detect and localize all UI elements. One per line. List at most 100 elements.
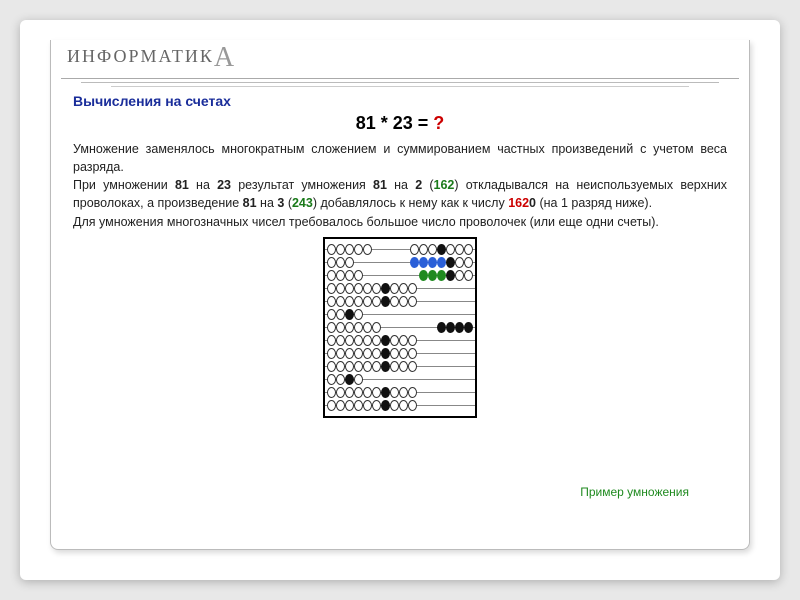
bead: [327, 387, 336, 398]
bead: [327, 257, 336, 268]
bead: [327, 322, 336, 333]
bead: [327, 309, 336, 320]
bead: [464, 244, 473, 255]
bead: [354, 387, 363, 398]
bead: [336, 361, 345, 372]
abacus-wire: [325, 360, 475, 373]
bead: [437, 257, 446, 268]
bead: [327, 296, 336, 307]
bead: [390, 283, 399, 294]
abacus: [323, 237, 477, 418]
bead: [336, 296, 345, 307]
abacus-wire: [325, 373, 475, 386]
bead: [327, 374, 336, 385]
bead: [336, 348, 345, 359]
para-3: Для умножения многозначных чисел требова…: [73, 215, 659, 229]
bead: [363, 296, 372, 307]
bead: [345, 374, 354, 385]
bead: [345, 361, 354, 372]
bead: [327, 400, 336, 411]
bead: [381, 296, 390, 307]
bead: [345, 270, 354, 281]
bead: [354, 244, 363, 255]
bead: [446, 244, 455, 255]
bead: [390, 361, 399, 372]
abacus-wire: [325, 282, 475, 295]
body-text: Умножение заменялось многократным сложен…: [73, 140, 727, 231]
logo-prefix: ИНФОРМАТИК: [67, 47, 214, 65]
abacus-wire: [325, 321, 475, 334]
bead: [354, 296, 363, 307]
para-1: Умножение заменялось многократным сложен…: [73, 142, 727, 174]
bead: [327, 244, 336, 255]
bead: [345, 348, 354, 359]
bead: [399, 296, 408, 307]
bead: [437, 322, 446, 333]
divider: [61, 78, 739, 79]
bead: [336, 374, 345, 385]
bead: [408, 387, 417, 398]
bead: [390, 387, 399, 398]
bead: [363, 348, 372, 359]
bead: [336, 387, 345, 398]
bead: [437, 270, 446, 281]
divider: [111, 86, 689, 87]
slide-frame: ИНФОРМАТИКА Вычисления на счетах 81 * 23…: [50, 40, 750, 550]
bead: [336, 270, 345, 281]
bead: [363, 335, 372, 346]
abacus-wire: [325, 347, 475, 360]
bead: [446, 270, 455, 281]
bead: [408, 400, 417, 411]
bead: [408, 348, 417, 359]
abacus-container: [73, 237, 727, 418]
bead: [410, 257, 419, 268]
abacus-wire: [325, 386, 475, 399]
bead: [455, 322, 464, 333]
bead: [455, 257, 464, 268]
bead: [363, 322, 372, 333]
bead: [381, 387, 390, 398]
bead: [345, 400, 354, 411]
divider: [81, 82, 719, 83]
bead: [399, 387, 408, 398]
bead: [336, 283, 345, 294]
content-area: Вычисления на счетах 81 * 23 = ? Умножен…: [51, 93, 749, 418]
bead: [345, 283, 354, 294]
bead: [354, 374, 363, 385]
bead: [327, 335, 336, 346]
bead: [372, 348, 381, 359]
bead: [372, 296, 381, 307]
bead: [446, 257, 455, 268]
bead: [354, 400, 363, 411]
bead: [345, 387, 354, 398]
section-title: Вычисления на счетах: [73, 93, 727, 109]
bead: [354, 322, 363, 333]
bead: [464, 322, 473, 333]
bead: [336, 309, 345, 320]
bead: [399, 348, 408, 359]
bead: [327, 283, 336, 294]
bead: [446, 322, 455, 333]
bead: [363, 361, 372, 372]
bead: [345, 244, 354, 255]
bead: [381, 348, 390, 359]
bead: [419, 257, 428, 268]
bead: [372, 400, 381, 411]
abacus-wire: [325, 269, 475, 282]
bead: [354, 348, 363, 359]
bead: [372, 322, 381, 333]
bead: [354, 335, 363, 346]
bead: [399, 361, 408, 372]
equation-rhs: ?: [433, 113, 444, 133]
abacus-wire: [325, 243, 475, 256]
bead: [327, 348, 336, 359]
bead: [390, 348, 399, 359]
equation-lhs: 81 * 23 =: [356, 113, 429, 133]
bead: [336, 257, 345, 268]
bead: [390, 400, 399, 411]
bead: [381, 283, 390, 294]
bead: [419, 270, 428, 281]
bead: [354, 283, 363, 294]
bead: [455, 270, 464, 281]
abacus-wire: [325, 334, 475, 347]
